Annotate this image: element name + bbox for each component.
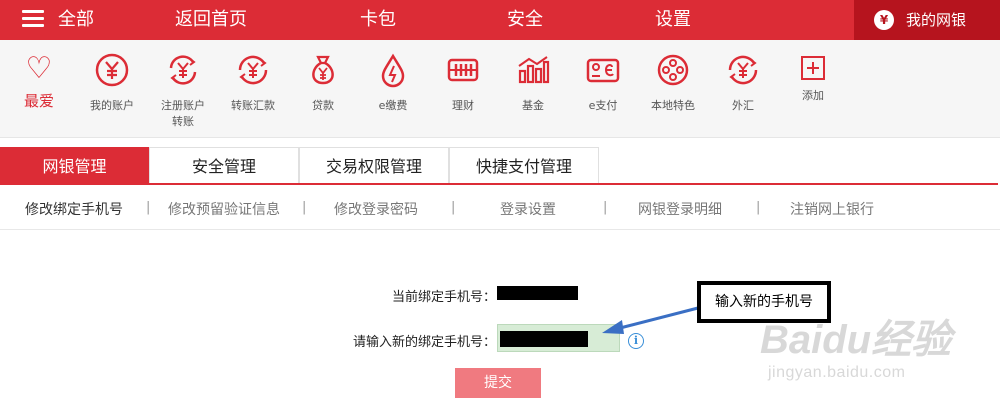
shortcut-label: 外汇 xyxy=(732,99,754,112)
favorites-label: 最爱 xyxy=(23,92,54,110)
new-phone-value-redacted xyxy=(500,331,588,347)
annotation-callout: 输入新的手机号 xyxy=(697,281,831,323)
shortcut-fund[interactable]: 基金 xyxy=(501,52,565,114)
shortcut-bar: ♡ 最爱 我的账户 注册账户 转账 转账汇款 贷款 e缴费 理财 基金 e支付 … xyxy=(0,40,1000,138)
shortcut-e-payment[interactable]: e缴费 xyxy=(361,52,425,114)
yuan-exchange-icon xyxy=(725,52,761,88)
current-phone-value-redacted xyxy=(497,286,578,300)
subnav-separator: | xyxy=(302,200,307,215)
nav-settings-link[interactable]: 设置 xyxy=(655,0,691,40)
my-online-bank-button[interactable]: ¥ 我的网银 xyxy=(854,0,1000,40)
subnav-change-verification-info[interactable]: 修改预留验证信息 xyxy=(168,199,280,219)
shortcut-label: 理财 xyxy=(452,99,474,112)
bar-chart-icon xyxy=(515,52,551,88)
yuan-exchange-icon xyxy=(235,52,271,88)
new-phone-label: 请输入新的绑定手机号： xyxy=(352,335,496,350)
tab-transaction-permission-mgmt[interactable]: 交易权限管理 xyxy=(299,147,449,184)
card-pay-icon xyxy=(585,52,621,88)
shortcut-label: 我的账户 xyxy=(90,99,134,112)
plus-icon xyxy=(795,52,831,88)
subnav-change-bound-phone[interactable]: 修改绑定手机号 xyxy=(25,199,123,219)
tab-quick-payment-mgmt[interactable]: 快捷支付管理 xyxy=(449,147,599,184)
shortcut-loan[interactable]: 贷款 xyxy=(291,52,355,114)
current-phone-label: 当前绑定手机号： xyxy=(391,290,496,305)
main-tabs: 网银管理 安全管理 交易权限管理 快捷支付管理 xyxy=(0,147,1000,184)
subnav-separator: | xyxy=(603,200,608,215)
subnav-change-login-password[interactable]: 修改登录密码 xyxy=(334,199,418,219)
my-online-bank-label: 我的网银 xyxy=(906,11,967,29)
subnav-cancel-online-bank[interactable]: 注销网上银行 xyxy=(790,199,874,219)
submit-button[interactable]: 提交 xyxy=(455,368,541,398)
subnav-separator: | xyxy=(756,200,761,215)
menu-icon[interactable] xyxy=(22,10,44,28)
shortcut-label: 转账汇款 xyxy=(231,99,275,112)
shortcut-label: e支付 xyxy=(588,99,618,112)
nav-home-link[interactable]: 返回首页 xyxy=(175,0,247,40)
shortcut-add[interactable]: 添加 xyxy=(781,52,845,104)
shortcut-forex[interactable]: 外汇 xyxy=(711,52,775,114)
subnav-separator: | xyxy=(451,200,456,215)
money-bag-icon: ¥ xyxy=(874,10,894,30)
film-reel-icon xyxy=(655,52,691,88)
top-nav-bar: 全部 返回首页 卡包 安全 设置 ¥ 我的网银 xyxy=(0,0,1000,40)
shortcut-label: 添加 xyxy=(802,89,824,102)
shortcut-registered-transfer[interactable]: 注册账户 转账 xyxy=(151,52,215,130)
money-bag-icon xyxy=(305,52,341,88)
water-drop-icon xyxy=(375,52,411,88)
subnav-separator: | xyxy=(146,200,151,215)
shortcut-label: 注册账户 转账 xyxy=(161,99,205,128)
shortcut-local-feature[interactable]: 本地特色 xyxy=(641,52,705,114)
annotation-arrow xyxy=(602,306,699,334)
subnav-login-settings[interactable]: 登录设置 xyxy=(500,199,556,219)
shortcut-label: e缴费 xyxy=(378,99,408,112)
nav-card-wallet-link[interactable]: 卡包 xyxy=(360,0,396,40)
tab-online-banking-mgmt[interactable]: 网银管理 xyxy=(0,147,149,184)
baidu-watermark: Baidu经验 jingyan.baidu.com xyxy=(760,318,951,382)
favorites-button[interactable]: ♡ 最爱 xyxy=(18,52,60,111)
shortcut-label: 本地特色 xyxy=(651,99,695,112)
tab-security-mgmt[interactable]: 安全管理 xyxy=(149,147,299,184)
watermark-brand: Baidu经验 xyxy=(760,318,952,362)
yuan-coin-icon xyxy=(94,52,130,88)
shortcut-label: 贷款 xyxy=(312,99,334,112)
shortcut-my-account[interactable]: 我的账户 xyxy=(80,52,144,114)
subnav-login-details[interactable]: 网银登录明细 xyxy=(638,199,722,219)
shortcut-label: 基金 xyxy=(522,99,544,112)
all-menu-link[interactable]: 全部 xyxy=(58,0,94,40)
sub-navigation: 修改绑定手机号 | 修改预留验证信息 | 修改登录密码 | 登录设置 | 网银登… xyxy=(0,185,1000,229)
watermark-url: jingyan.baidu.com xyxy=(768,364,906,381)
abacus-icon xyxy=(445,52,481,88)
shortcut-e-pay[interactable]: e支付 xyxy=(571,52,635,114)
nav-security-link[interactable]: 安全 xyxy=(507,0,543,40)
yuan-transfer-icon xyxy=(165,52,201,88)
shortcut-transfer-remit[interactable]: 转账汇款 xyxy=(221,52,285,114)
heart-icon: ♡ xyxy=(25,51,53,86)
shortcut-wealth[interactable]: 理财 xyxy=(431,52,495,114)
